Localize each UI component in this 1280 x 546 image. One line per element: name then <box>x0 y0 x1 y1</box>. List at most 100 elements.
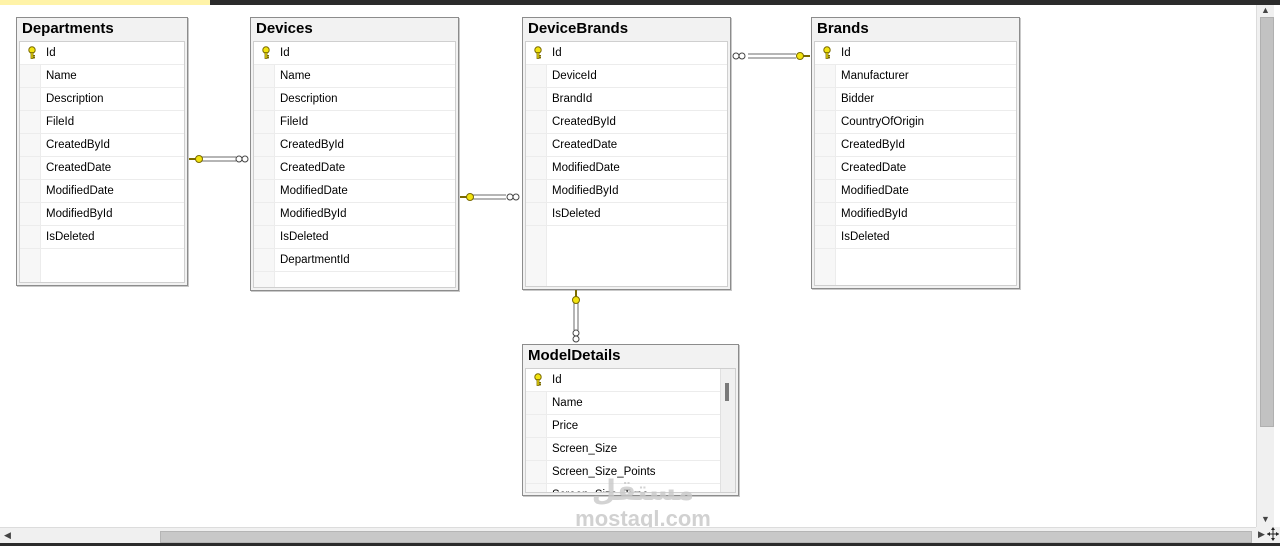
column-row[interactable]: ModifiedById <box>20 203 184 226</box>
column-name: CountryOfOrigin <box>841 116 925 128</box>
column-row[interactable]: ModifiedDate <box>254 180 455 203</box>
column-row[interactable]: FileId <box>254 111 455 134</box>
column-name: Price <box>552 420 579 432</box>
column-list: Id Name Description FileId CreatedById C… <box>19 41 185 283</box>
column-row[interactable]: Id <box>815 42 1016 65</box>
column-row[interactable]: DeviceId <box>526 65 727 88</box>
column-name: Manufacturer <box>841 70 909 82</box>
scroll-right-arrow-icon[interactable]: ▶ <box>1258 529 1265 540</box>
column-name: ModifiedDate <box>552 162 620 174</box>
column-name: ModifiedById <box>280 208 347 220</box>
watermark: مستقل mostaql.com <box>568 476 718 532</box>
column-row[interactable]: Price <box>526 415 735 438</box>
scroll-down-arrow-icon[interactable]: ▼ <box>1261 514 1270 524</box>
column-list: Id Name Description FileId CreatedById C… <box>253 41 456 288</box>
column-name: CreatedById <box>552 116 616 128</box>
column-list-scroll-thumb[interactable] <box>725 383 729 401</box>
column-name: Id <box>841 47 851 59</box>
column-row[interactable]: CreatedDate <box>254 157 455 180</box>
column-row[interactable]: CreatedById <box>254 134 455 157</box>
column-name: DeviceId <box>552 70 597 82</box>
column-row[interactable]: ModifiedDate <box>526 157 727 180</box>
column-row[interactable]: ModifiedById <box>815 203 1016 226</box>
column-name: Bidder <box>841 93 875 105</box>
watermark-arabic: مستقل <box>591 475 695 506</box>
column-name: ModifiedDate <box>841 185 909 197</box>
column-row[interactable]: Manufacturer <box>815 65 1016 88</box>
column-row[interactable]: Name <box>526 392 735 415</box>
column-name: Description <box>280 93 338 105</box>
key-icon <box>532 46 544 60</box>
column-name: Id <box>46 47 56 59</box>
column-row[interactable]: Bidder <box>815 88 1016 111</box>
column-list-scrollbar[interactable] <box>720 369 735 492</box>
column-row[interactable]: ModifiedDate <box>815 180 1016 203</box>
column-row[interactable]: FileId <box>20 111 184 134</box>
column-row[interactable]: IsDeleted <box>254 226 455 249</box>
column-name: IsDeleted <box>552 208 601 220</box>
table-modeldetails[interactable]: ModelDetails Id Name Price Screen_Size S… <box>522 344 739 496</box>
table-devices[interactable]: Devices Id Name Description FileId Creat… <box>250 17 459 291</box>
column-name: Name <box>46 70 77 82</box>
column-name: FileId <box>280 116 309 128</box>
key-icon <box>821 46 833 60</box>
column-name: DepartmentId <box>280 254 350 266</box>
column-name: CreatedDate <box>280 162 346 174</box>
column-row[interactable]: CreatedById <box>20 134 184 157</box>
column-row[interactable]: Name <box>254 65 455 88</box>
column-name: CreatedById <box>46 139 110 151</box>
column-row[interactable]: Screen_Size <box>526 438 735 461</box>
column-row[interactable]: Description <box>254 88 455 111</box>
column-row[interactable]: ModifiedById <box>526 180 727 203</box>
column-name: Name <box>552 397 583 409</box>
column-name: Name <box>280 70 311 82</box>
column-row[interactable]: DepartmentId <box>254 249 455 272</box>
column-row[interactable]: Id <box>526 42 727 65</box>
column-row[interactable]: CreatedById <box>526 111 727 134</box>
column-row[interactable]: CreatedDate <box>526 134 727 157</box>
vertical-scrollbar[interactable]: ▲ ▼ <box>1256 5 1275 527</box>
table-title: ModelDetails <box>528 347 621 364</box>
table-devicebrands[interactable]: DeviceBrands Id DeviceId BrandId Created… <box>522 17 731 290</box>
column-row[interactable]: Id <box>254 42 455 65</box>
column-name: ModifiedById <box>46 208 113 220</box>
column-name: CreatedDate <box>841 162 907 174</box>
horizontal-scrollbar[interactable]: ◀ <box>0 527 1256 544</box>
column-row[interactable]: CountryOfOrigin <box>815 111 1016 134</box>
table-departments[interactable]: Departments Id Name Description FileId C… <box>16 17 188 286</box>
table-title: Brands <box>817 20 869 37</box>
vertical-scroll-thumb[interactable] <box>1260 17 1274 427</box>
column-row[interactable]: CreatedDate <box>815 157 1016 180</box>
column-name: ModifiedDate <box>46 185 114 197</box>
scroll-left-arrow-icon[interactable]: ◀ <box>4 530 11 541</box>
column-name: Id <box>552 47 562 59</box>
column-name: ModifiedDate <box>280 185 348 197</box>
column-row[interactable]: IsDeleted <box>526 203 727 226</box>
column-row[interactable]: Id <box>526 369 735 392</box>
table-title: DeviceBrands <box>528 20 629 37</box>
horizontal-scroll-thumb[interactable] <box>160 531 1252 543</box>
column-name: ModifiedById <box>841 208 908 220</box>
column-row[interactable]: Name <box>20 65 184 88</box>
column-row[interactable]: IsDeleted <box>815 226 1016 249</box>
column-row[interactable]: BrandId <box>526 88 727 111</box>
column-row[interactable]: IsDeleted <box>20 226 184 249</box>
column-name: ModifiedById <box>552 185 619 197</box>
column-name: CreatedById <box>280 139 344 151</box>
column-name: Screen_Size <box>552 443 618 455</box>
column-row[interactable]: CreatedDate <box>20 157 184 180</box>
scroll-up-arrow-icon[interactable]: ▲ <box>1261 5 1270 15</box>
table-title: Devices <box>256 20 313 37</box>
column-name: BrandId <box>552 93 593 105</box>
column-row[interactable]: ModifiedById <box>254 203 455 226</box>
column-row[interactable]: ModifiedDate <box>20 180 184 203</box>
column-name: Description <box>46 93 104 105</box>
column-row[interactable]: Description <box>20 88 184 111</box>
column-row[interactable]: CreatedById <box>815 134 1016 157</box>
column-name: Id <box>552 374 562 386</box>
key-icon <box>532 373 544 387</box>
column-name: CreatedDate <box>552 139 618 151</box>
table-brands[interactable]: Brands Id Manufacturer Bidder CountryOfO… <box>811 17 1020 289</box>
column-row[interactable]: Id <box>20 42 184 65</box>
column-list: Id DeviceId BrandId CreatedById CreatedD… <box>525 41 728 287</box>
